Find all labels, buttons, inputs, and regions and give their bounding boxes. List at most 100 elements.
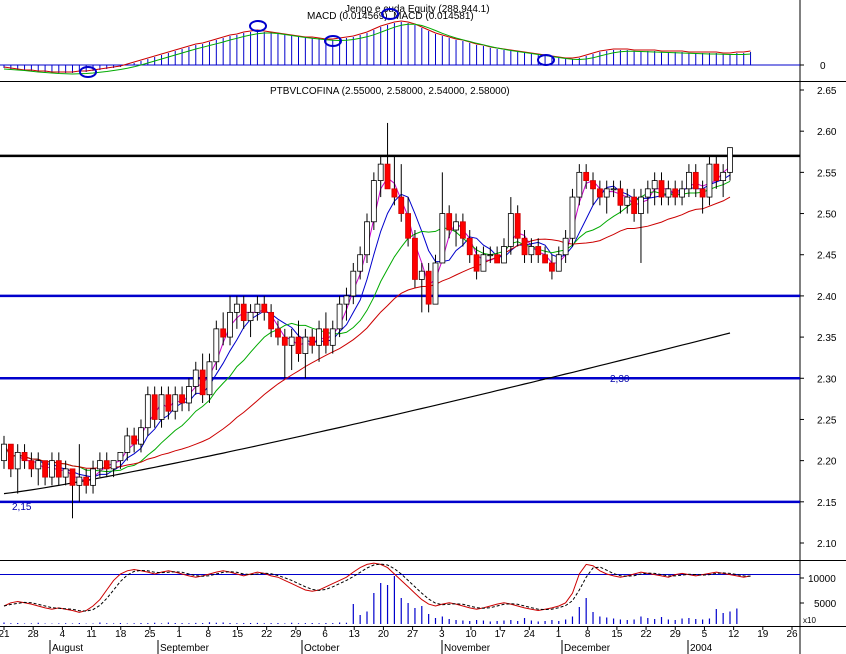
macd-highlight-circle	[79, 66, 97, 78]
date-tick-label: 8	[206, 629, 212, 640]
vol-tick-5000: 5000	[814, 599, 837, 610]
candle-body	[199, 369, 206, 396]
vol-tick-10000: 10000	[808, 574, 836, 585]
candle-body	[343, 295, 350, 305]
candle-body	[459, 221, 466, 239]
annotation-2-15: 2,15	[12, 502, 32, 513]
candle-body	[227, 311, 233, 338]
date-axis: 21 28 4 11 18 25 1 8 15 22 29 6 13 20 27 3 10 17 24 1 8 15 22 2…	[0, 626, 798, 654]
candle-body	[603, 188, 610, 198]
candle-body	[679, 188, 685, 198]
candle-body	[254, 303, 261, 313]
date-tick-label: 6	[322, 629, 328, 640]
candle-body	[466, 237, 473, 256]
month-label: September	[160, 643, 210, 654]
candle-body	[268, 311, 275, 330]
macd-tick-zero: 0	[820, 61, 826, 72]
candle-body	[240, 303, 247, 322]
candle-body	[83, 476, 90, 486]
candle-body	[103, 460, 110, 470]
date-tick-label: 22	[641, 629, 653, 640]
candle-body	[706, 163, 713, 198]
stochastic-d-line	[3, 563, 751, 612]
candle-body	[501, 246, 507, 264]
candle-body	[638, 196, 644, 214]
candle-body	[528, 246, 535, 256]
candle-body	[316, 328, 322, 346]
candle-body	[55, 460, 62, 478]
candle-body	[69, 468, 76, 486]
macd-title: MACD (0.014569), MACD (0.014581)	[307, 11, 474, 22]
candle-body	[549, 262, 555, 272]
candle-body	[425, 270, 432, 305]
candle-body	[90, 468, 96, 486]
candle-body	[350, 270, 357, 297]
candle-body	[480, 254, 487, 272]
candle-body	[391, 188, 398, 198]
candle-body	[131, 435, 138, 445]
candle-body	[412, 237, 418, 280]
price-tick-label: 2.20	[817, 457, 837, 468]
candle-body	[233, 303, 240, 313]
candle-body	[172, 394, 179, 412]
candle-body	[686, 171, 692, 190]
candle-body	[473, 254, 480, 272]
annotation-2-30: 2,30	[610, 374, 630, 385]
date-tick-label: 15	[232, 629, 244, 640]
candle-body	[432, 262, 439, 305]
date-tick-label: 20	[378, 629, 390, 640]
candle-body	[610, 188, 617, 191]
candle-body	[521, 237, 528, 256]
date-tick-label: 29	[290, 629, 302, 640]
candle-body	[405, 213, 411, 239]
month-label: 2004	[690, 643, 713, 654]
date-tick-label: 13	[349, 629, 361, 640]
candle-body	[514, 213, 521, 239]
date-tick-label: 17	[495, 629, 507, 640]
candle-body	[384, 163, 391, 190]
stock-chart: Jengo e cuda Equity (288,944.1) MACD (0.…	[0, 0, 846, 654]
candle-body	[42, 460, 48, 478]
candle-body	[590, 180, 596, 190]
date-tick-label: 22	[261, 629, 273, 640]
candle-body	[7, 443, 14, 470]
price-tick-label: 2.35	[817, 333, 837, 344]
candles	[1, 122, 733, 519]
candle-body	[398, 196, 405, 214]
candle-body	[672, 188, 679, 198]
candle-body	[644, 188, 651, 198]
date-tick-label: 29	[670, 629, 682, 640]
date-tick-label: 24	[524, 629, 536, 640]
price-tick-label: 2.15	[817, 498, 837, 509]
candle-body	[158, 394, 165, 420]
candle-body	[165, 394, 172, 412]
date-tick-label: 5	[702, 629, 708, 640]
candle-body	[21, 451, 28, 462]
candle-body	[555, 254, 562, 272]
candle-body	[35, 460, 42, 470]
candle-body	[439, 213, 446, 264]
candle-body	[247, 311, 254, 322]
date-tick-label: 27	[407, 629, 419, 640]
candle-body	[323, 328, 329, 346]
date-tick-label: 19	[757, 629, 769, 640]
candle-body	[453, 221, 459, 231]
date-tick-label: 12	[728, 629, 740, 640]
price-tick-label: 2.55	[817, 168, 837, 179]
candle-body	[192, 369, 199, 387]
candle-body	[364, 221, 370, 256]
candle-body	[329, 328, 336, 346]
volume-pane	[0, 562, 804, 624]
date-tick-label: 8	[585, 629, 591, 640]
date-tick-label: 3	[439, 629, 445, 640]
candle-body	[1, 443, 7, 462]
price-tick-label: 2.50	[817, 210, 837, 221]
vol-unit: x10	[803, 616, 816, 625]
chart-stage: Jengo e cuda Equity (288,944.1) MACD (0.…	[0, 0, 846, 654]
pane-frames	[0, 0, 846, 654]
price-tick-label: 2.25	[817, 415, 837, 426]
date-tick-label: 1	[176, 629, 182, 640]
candle-body	[186, 386, 192, 404]
candle-body	[651, 180, 658, 190]
candle-body	[562, 237, 569, 256]
